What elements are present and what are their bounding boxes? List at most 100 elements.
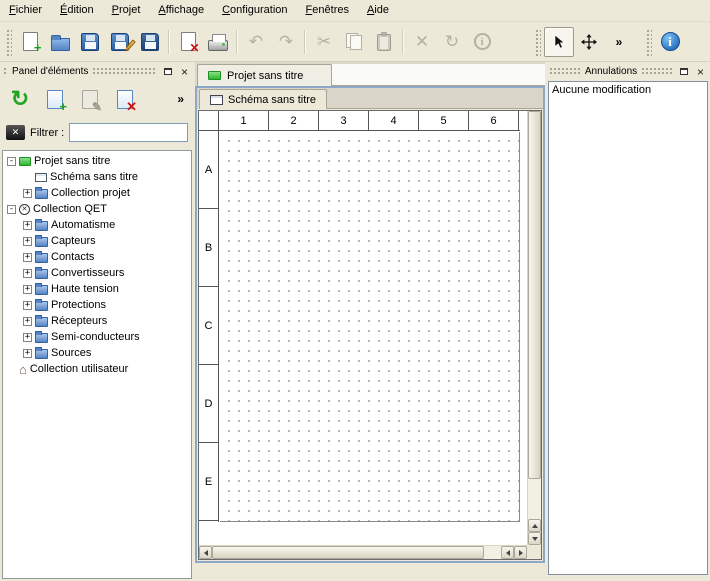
delete-icon [415,33,429,50]
menu-item-edition[interactable]: Édition [51,0,103,21]
paste-button[interactable] [369,27,399,57]
menu-item-projet[interactable]: Projet [103,0,150,21]
close-panel-button[interactable] [178,65,191,78]
menu-item-configuration[interactable]: Configuration [213,0,296,21]
open-file-button[interactable] [45,27,75,57]
expand-expander[interactable]: + [23,301,32,310]
print-button[interactable] [203,27,233,57]
v-scrollbar-thumb[interactable] [528,111,541,479]
project-tab[interactable]: Projet sans titre [197,64,332,86]
scroll-up-button[interactable] [528,519,541,532]
collapse-expander[interactable]: - [7,157,16,166]
h-scrollbar-thumb[interactable] [212,546,484,559]
clear-filter-button[interactable] [6,125,25,140]
element-info-button[interactable]: i [467,27,497,57]
tree-item-protections[interactable]: + Protections [3,297,191,313]
filter-input[interactable] [69,123,188,142]
expand-expander[interactable]: + [23,237,32,246]
toolbar-grip[interactable] [534,28,541,56]
new-file-icon: + [23,32,38,51]
tree-item-automatisme[interactable]: + Automatisme [3,217,191,233]
float-panel-button[interactable] [161,65,174,78]
panel-overflow-button[interactable]: » [173,90,188,108]
menu-item-fenetres[interactable]: Fenêtres [297,0,358,21]
tree-item-collection-projet[interactable]: + Collection projet [3,185,191,201]
copy-button[interactable] [339,27,369,57]
toolbar-grip[interactable] [5,28,12,56]
float-icon [164,68,172,75]
delete-element-button[interactable]: ✕ [111,85,139,113]
refresh-icon [11,86,29,112]
save-button[interactable] [75,27,105,57]
menu-item-aide[interactable]: Aide [358,0,398,21]
close-file-button[interactable]: ✕ [173,27,203,57]
dock-grip[interactable] [641,67,673,76]
tree-item-haute-tension[interactable]: + Haute tension [3,281,191,297]
scroll-left-button[interactable] [199,546,212,559]
redo-button[interactable] [271,27,301,57]
expand-expander[interactable]: + [23,333,32,342]
toolbar-grip[interactable] [645,28,652,56]
tree-item-sources[interactable]: + Sources [3,345,191,361]
scissors-icon [317,33,331,50]
expand-expander[interactable]: + [23,189,32,198]
move-tool-button[interactable] [574,27,604,57]
menu-item-affichage[interactable]: Affichage [149,0,213,21]
edit-element-button[interactable] [76,85,104,113]
column-header-4: 4 [369,111,419,130]
tree-item-capteurs[interactable]: + Capteurs [3,233,191,249]
dock-grip[interactable] [92,67,157,76]
filter-label: Filtrer : [30,127,64,139]
vertical-scrollbar[interactable] [527,111,541,545]
v-scrollbar-track[interactable] [528,479,541,519]
undo-button[interactable] [241,27,271,57]
tree-item-contacts[interactable]: + Contacts [3,249,191,265]
tree-item-semi-conducteurs[interactable]: + Semi-conducteurs [3,329,191,345]
save-icon [81,33,99,51]
new-file-button[interactable]: + [15,27,45,57]
h-scrollbar-track[interactable] [484,546,501,559]
float-panel-button[interactable] [677,65,690,78]
schema-tab[interactable]: Schéma sans titre [199,89,327,109]
undo-history-list[interactable]: Aucune modification [548,81,708,575]
expand-expander[interactable]: + [23,285,32,294]
mdi-area: Projet sans titre Schéma sans titre 1 2 … [195,62,545,563]
cut-button[interactable] [309,27,339,57]
expand-expander[interactable]: + [23,317,32,326]
drawing-area[interactable] [220,132,520,522]
pencil-icon [82,90,98,109]
dock-grip[interactable] [3,67,8,76]
dock-grip[interactable] [549,67,581,76]
toolbar-overflow-button[interactable]: » [604,27,634,57]
rotate-button[interactable] [437,27,467,57]
expand-expander[interactable]: + [23,221,32,230]
save-as-button[interactable] [105,27,135,57]
close-panel-button[interactable] [694,65,707,78]
tree-item-label: Schéma sans titre [50,171,138,183]
elements-panel-toolbar: + ✕ » [2,81,192,117]
scroll-right-button[interactable] [514,546,527,559]
about-button[interactable]: i [655,27,685,57]
scroll-left-button-2[interactable] [501,546,514,559]
expand-expander[interactable]: + [23,349,32,358]
horizontal-scrollbar[interactable] [199,545,527,559]
expand-expander[interactable]: + [23,253,32,262]
save-all-button[interactable] [135,27,165,57]
tree-item-collection-qet[interactable]: - Collection QET [3,201,191,217]
tree-item-schema-sans-titre[interactable]: Schéma sans titre [3,169,191,185]
tree-item-projet-sans-titre[interactable]: - Projet sans titre [3,153,191,169]
new-element-button[interactable]: + [41,85,69,113]
tree-item-label: Collection projet [51,187,130,199]
expand-expander[interactable]: + [23,269,32,278]
collapse-expander[interactable]: - [7,205,16,214]
reload-collections-button[interactable] [6,85,34,113]
tree-item-convertisseurs[interactable]: + Convertisseurs [3,265,191,281]
tree-item-collection-utilisateur[interactable]: Collection utilisateur [3,361,191,377]
delete-button[interactable] [407,27,437,57]
menu-item-fichier[interactable]: Fichier [0,0,51,21]
arrow-down-icon [532,537,538,541]
tree-item-recepteurs[interactable]: + Récepteurs [3,313,191,329]
select-tool-button[interactable] [544,27,574,57]
scroll-down-button[interactable] [528,532,541,545]
cursor-arrow-icon [551,34,567,50]
